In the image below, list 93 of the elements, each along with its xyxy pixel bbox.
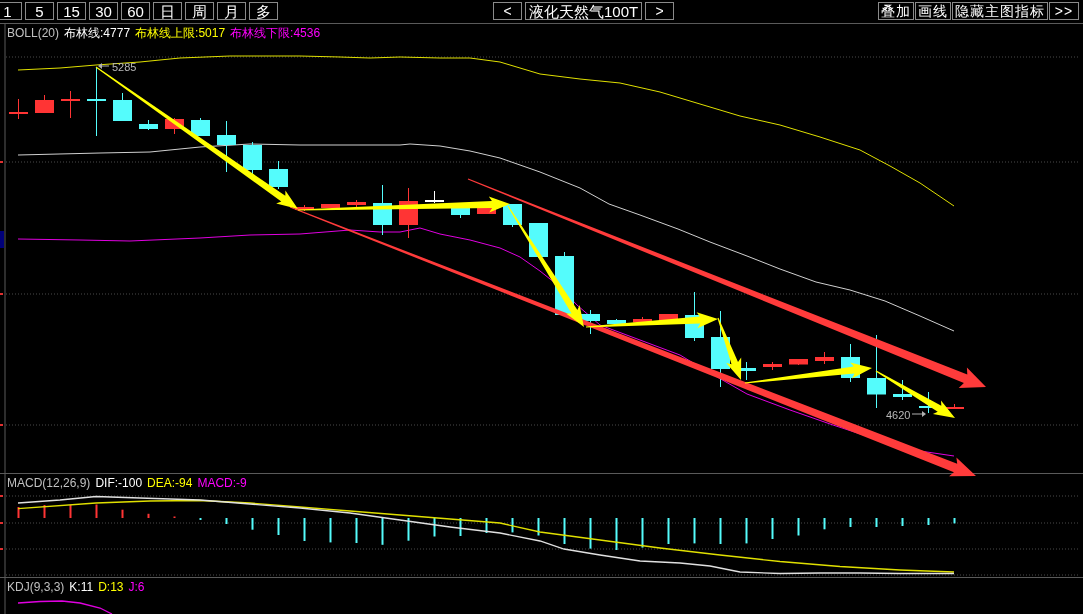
candlestick xyxy=(269,160,288,190)
macd-bar xyxy=(485,518,488,533)
macd-bar xyxy=(563,518,566,544)
indicator-value: D:13 xyxy=(98,580,124,594)
axis-tick-icon xyxy=(0,161,3,163)
macd-bar xyxy=(719,518,722,544)
macd-bar xyxy=(459,518,462,536)
period-button[interactable]: 30 xyxy=(89,2,118,20)
period-button[interactable]: 多 xyxy=(249,2,278,20)
candlestick xyxy=(243,141,262,176)
candlestick xyxy=(347,199,366,208)
period-button[interactable]: 60 xyxy=(121,2,150,20)
macd-bar xyxy=(901,518,904,526)
macd-bar xyxy=(771,518,774,539)
candlestick xyxy=(61,90,80,119)
candlestick xyxy=(113,92,132,122)
indicator-value: MACD:-9 xyxy=(197,476,247,490)
macd-bar xyxy=(303,518,306,541)
candlestick xyxy=(763,361,782,371)
leader-arrow xyxy=(98,63,110,69)
indicator-name: BOLL(20) xyxy=(7,26,60,40)
macd-bar xyxy=(433,518,436,537)
macd-bar xyxy=(927,518,930,525)
indicator-value: DEA:-94 xyxy=(147,476,193,490)
more-button[interactable]: >> xyxy=(1049,2,1079,20)
candlestick xyxy=(815,351,834,365)
candlestick xyxy=(581,309,600,335)
macd-bar xyxy=(381,518,384,545)
indicator-value: 布林线:4777 xyxy=(64,26,131,40)
macd-bar xyxy=(95,504,98,518)
macd-bar xyxy=(641,518,644,548)
axis-tick-icon xyxy=(0,293,3,295)
candlestick xyxy=(529,222,548,259)
period-button[interactable]: 周 xyxy=(185,2,214,20)
indicator-name: KDJ(9,3,3) xyxy=(7,580,65,594)
macd-bar xyxy=(849,518,852,527)
high-price-label: 5285 xyxy=(112,61,137,73)
instrument-selector[interactable]: 液化天然气100T xyxy=(525,2,643,20)
macd-bar xyxy=(823,518,826,530)
indicator-value: 布林线上限:5017 xyxy=(135,26,226,40)
period-button[interactable]: 1 xyxy=(0,2,22,20)
candlestick xyxy=(321,203,340,209)
candlestick xyxy=(139,119,158,131)
candlestick xyxy=(217,120,236,173)
indicator-value: K:11 xyxy=(69,580,94,594)
macd-bar xyxy=(537,518,540,536)
next-button[interactable]: > xyxy=(645,2,675,20)
macd-bar xyxy=(251,518,254,530)
candlestick xyxy=(191,117,210,137)
macd-bar xyxy=(69,505,72,518)
macd-bar xyxy=(17,507,20,518)
period-button[interactable]: 5 xyxy=(25,2,54,20)
candlestick xyxy=(87,66,106,137)
macd-bar xyxy=(43,505,46,518)
indicator-value: DIF:-100 xyxy=(95,476,143,490)
previous-button[interactable]: < xyxy=(493,2,522,20)
leader-arrow xyxy=(911,411,926,417)
period-button[interactable]: 15 xyxy=(57,2,86,20)
overlay-button[interactable]: 叠加 xyxy=(878,2,914,20)
macd-bar xyxy=(745,518,748,544)
period-button[interactable]: 日 xyxy=(153,2,182,20)
macd-bar xyxy=(225,518,228,524)
candlestick xyxy=(789,358,808,366)
macd-bar xyxy=(147,513,150,518)
period-button[interactable]: 月 xyxy=(217,2,246,20)
macd-bar xyxy=(277,518,280,535)
candlestick xyxy=(425,190,444,204)
axis-tick-icon xyxy=(0,495,3,497)
indicator-value: 布林线下限:4536 xyxy=(230,26,321,40)
macd-bar xyxy=(329,518,332,543)
macd-bar xyxy=(511,518,514,533)
macd-bar xyxy=(667,518,670,544)
candlestick xyxy=(893,379,912,401)
draw-line-button[interactable]: 画线 xyxy=(915,2,951,20)
macd-bar xyxy=(615,518,618,550)
indicator-name: MACD(12,26,9) xyxy=(7,476,91,490)
axis-tick-icon xyxy=(0,424,3,426)
macd-bar xyxy=(121,509,124,518)
candlestick xyxy=(35,94,54,114)
macd-bar xyxy=(355,518,358,543)
axis-marker-icon xyxy=(0,231,4,248)
axis-tick-icon xyxy=(0,522,3,524)
hide-indicator-button[interactable]: 隐藏主图指标 xyxy=(952,2,1048,20)
macd-bar xyxy=(953,518,956,524)
candlestick xyxy=(9,98,28,120)
axis-tick-icon xyxy=(0,548,3,550)
macd-bar xyxy=(797,518,800,536)
indicator-value: J:6 xyxy=(128,580,145,594)
macd-bar xyxy=(589,518,592,549)
low-price-label: 4620 xyxy=(886,409,911,421)
macd-bar xyxy=(407,518,410,541)
macd-bar xyxy=(693,518,696,544)
macd-bar xyxy=(875,518,878,527)
